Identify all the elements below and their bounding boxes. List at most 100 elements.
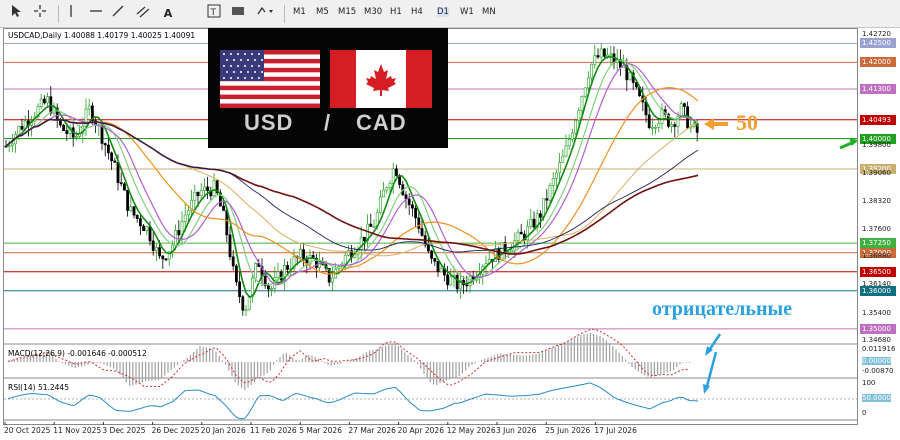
candle-body-60 — [196, 191, 200, 197]
us-star — [251, 53, 253, 55]
candle-body-167 — [538, 213, 542, 218]
candle-body-40 — [132, 206, 136, 216]
candle-body-173 — [558, 162, 562, 174]
candle-body-141 — [455, 274, 459, 290]
candle-body-172 — [554, 172, 558, 179]
candle-body-180 — [580, 96, 584, 111]
candle-body-123 — [398, 175, 402, 185]
candle-body-26 — [87, 105, 91, 110]
level-label-2: 1.41300 — [860, 84, 896, 95]
level-label-0: 1.42500 — [860, 38, 896, 49]
us-star — [230, 77, 232, 79]
candle-body-130 — [420, 228, 424, 236]
rsi-tick-2: 0 — [862, 409, 867, 417]
level-label-3: 1.40493 — [860, 114, 896, 125]
us-star — [237, 65, 239, 67]
us-star — [226, 71, 228, 73]
candle-body-46 — [151, 240, 155, 251]
us-star — [254, 59, 256, 61]
candle-body-175 — [564, 145, 568, 157]
candle-body-133 — [430, 250, 434, 259]
candle-body-57 — [187, 210, 190, 216]
us-star — [230, 65, 232, 67]
date-label-1: 11 Nov 2025 — [53, 426, 102, 435]
candle-body-182 — [586, 77, 590, 89]
us-star — [240, 59, 242, 61]
candle-body-186 — [599, 48, 603, 58]
candle-body-136 — [439, 267, 443, 273]
candle-body-48 — [158, 247, 162, 257]
candle-body-11 — [39, 98, 43, 107]
date-label-10: 3 Jun 2026 — [496, 426, 537, 435]
price-chart[interactable] — [0, 0, 900, 440]
date-label-9: 12 May 2026 — [446, 426, 496, 435]
rsi-tick-0: 100 — [862, 379, 876, 387]
us-stripe — [220, 94, 320, 100]
us-star — [233, 71, 235, 73]
candle-body-102 — [330, 277, 334, 283]
candle-body-71 — [231, 256, 235, 267]
candle-body-160 — [516, 231, 520, 241]
price-tick-8: 1.34680 — [862, 336, 891, 344]
us-star — [251, 65, 253, 67]
candle-body-82 — [266, 285, 270, 290]
us-flag-icon — [220, 50, 320, 108]
us-star — [247, 59, 249, 61]
candle-body-120 — [388, 183, 392, 189]
level-label-6: 1.37250 — [860, 238, 896, 249]
candle-body-158 — [510, 249, 514, 253]
canada-flag-icon — [330, 50, 432, 108]
candle-body-34 — [113, 160, 117, 163]
candle-body-121 — [391, 168, 395, 184]
candle-body-122 — [394, 168, 398, 176]
candle-body-115 — [372, 226, 376, 228]
us-stripe — [220, 103, 320, 108]
candle-body-170 — [548, 185, 552, 201]
us-star — [237, 53, 239, 55]
candle-body-203 — [654, 127, 658, 129]
macd-tick-1: 0.00000 — [862, 357, 891, 365]
candle-body-39 — [129, 206, 133, 211]
candle-body-176 — [567, 139, 571, 147]
candle-body-114 — [369, 223, 373, 227]
candle-body-70 — [228, 234, 232, 258]
candle-body-63 — [206, 186, 210, 192]
date-label-3: 26 Dec 2025 — [151, 426, 200, 435]
candle-body-127 — [410, 204, 414, 209]
candle-body-33 — [110, 152, 114, 162]
rsi-label: RSI(14) 51.2445 — [8, 383, 69, 392]
us-star — [258, 77, 260, 79]
macd-label: MACD(12,26,9) -0.001646 -0.000512 — [8, 349, 147, 358]
candle-body-181 — [583, 87, 587, 97]
slash-text: / — [324, 110, 332, 135]
candle-body-32 — [107, 144, 110, 154]
candle-body-88 — [286, 265, 290, 270]
candle-body-35 — [116, 162, 120, 183]
price-tick-6: 1.36140 — [862, 280, 891, 289]
price-tick-4: 1.37600 — [862, 224, 891, 233]
candle-body-12 — [42, 98, 46, 104]
candle-body-72 — [235, 265, 238, 283]
candle-body-77 — [251, 277, 254, 297]
candle-body-85 — [276, 271, 280, 278]
us-star — [247, 71, 249, 73]
us-star — [244, 53, 246, 55]
candle-body-128 — [414, 207, 418, 219]
candle-body-144 — [465, 284, 469, 287]
candle-body-178 — [574, 120, 578, 134]
us-star — [230, 53, 232, 55]
date-label-11: 25 Jun 2026 — [545, 426, 591, 435]
us-star — [258, 53, 260, 55]
candle-body-187 — [602, 48, 606, 57]
us-star — [223, 65, 225, 67]
candle-body-2 — [11, 143, 14, 146]
us-star — [237, 77, 239, 79]
candle-body-155 — [500, 242, 504, 260]
candle-body-169 — [545, 198, 549, 201]
date-label-6: 5 Mar 2026 — [299, 426, 342, 435]
candle-body-135 — [436, 260, 440, 273]
candle-body-37 — [123, 183, 126, 191]
date-label-4: 20 Jan 2026 — [200, 426, 246, 435]
candle-body-179 — [577, 110, 581, 121]
us-star — [244, 77, 246, 79]
